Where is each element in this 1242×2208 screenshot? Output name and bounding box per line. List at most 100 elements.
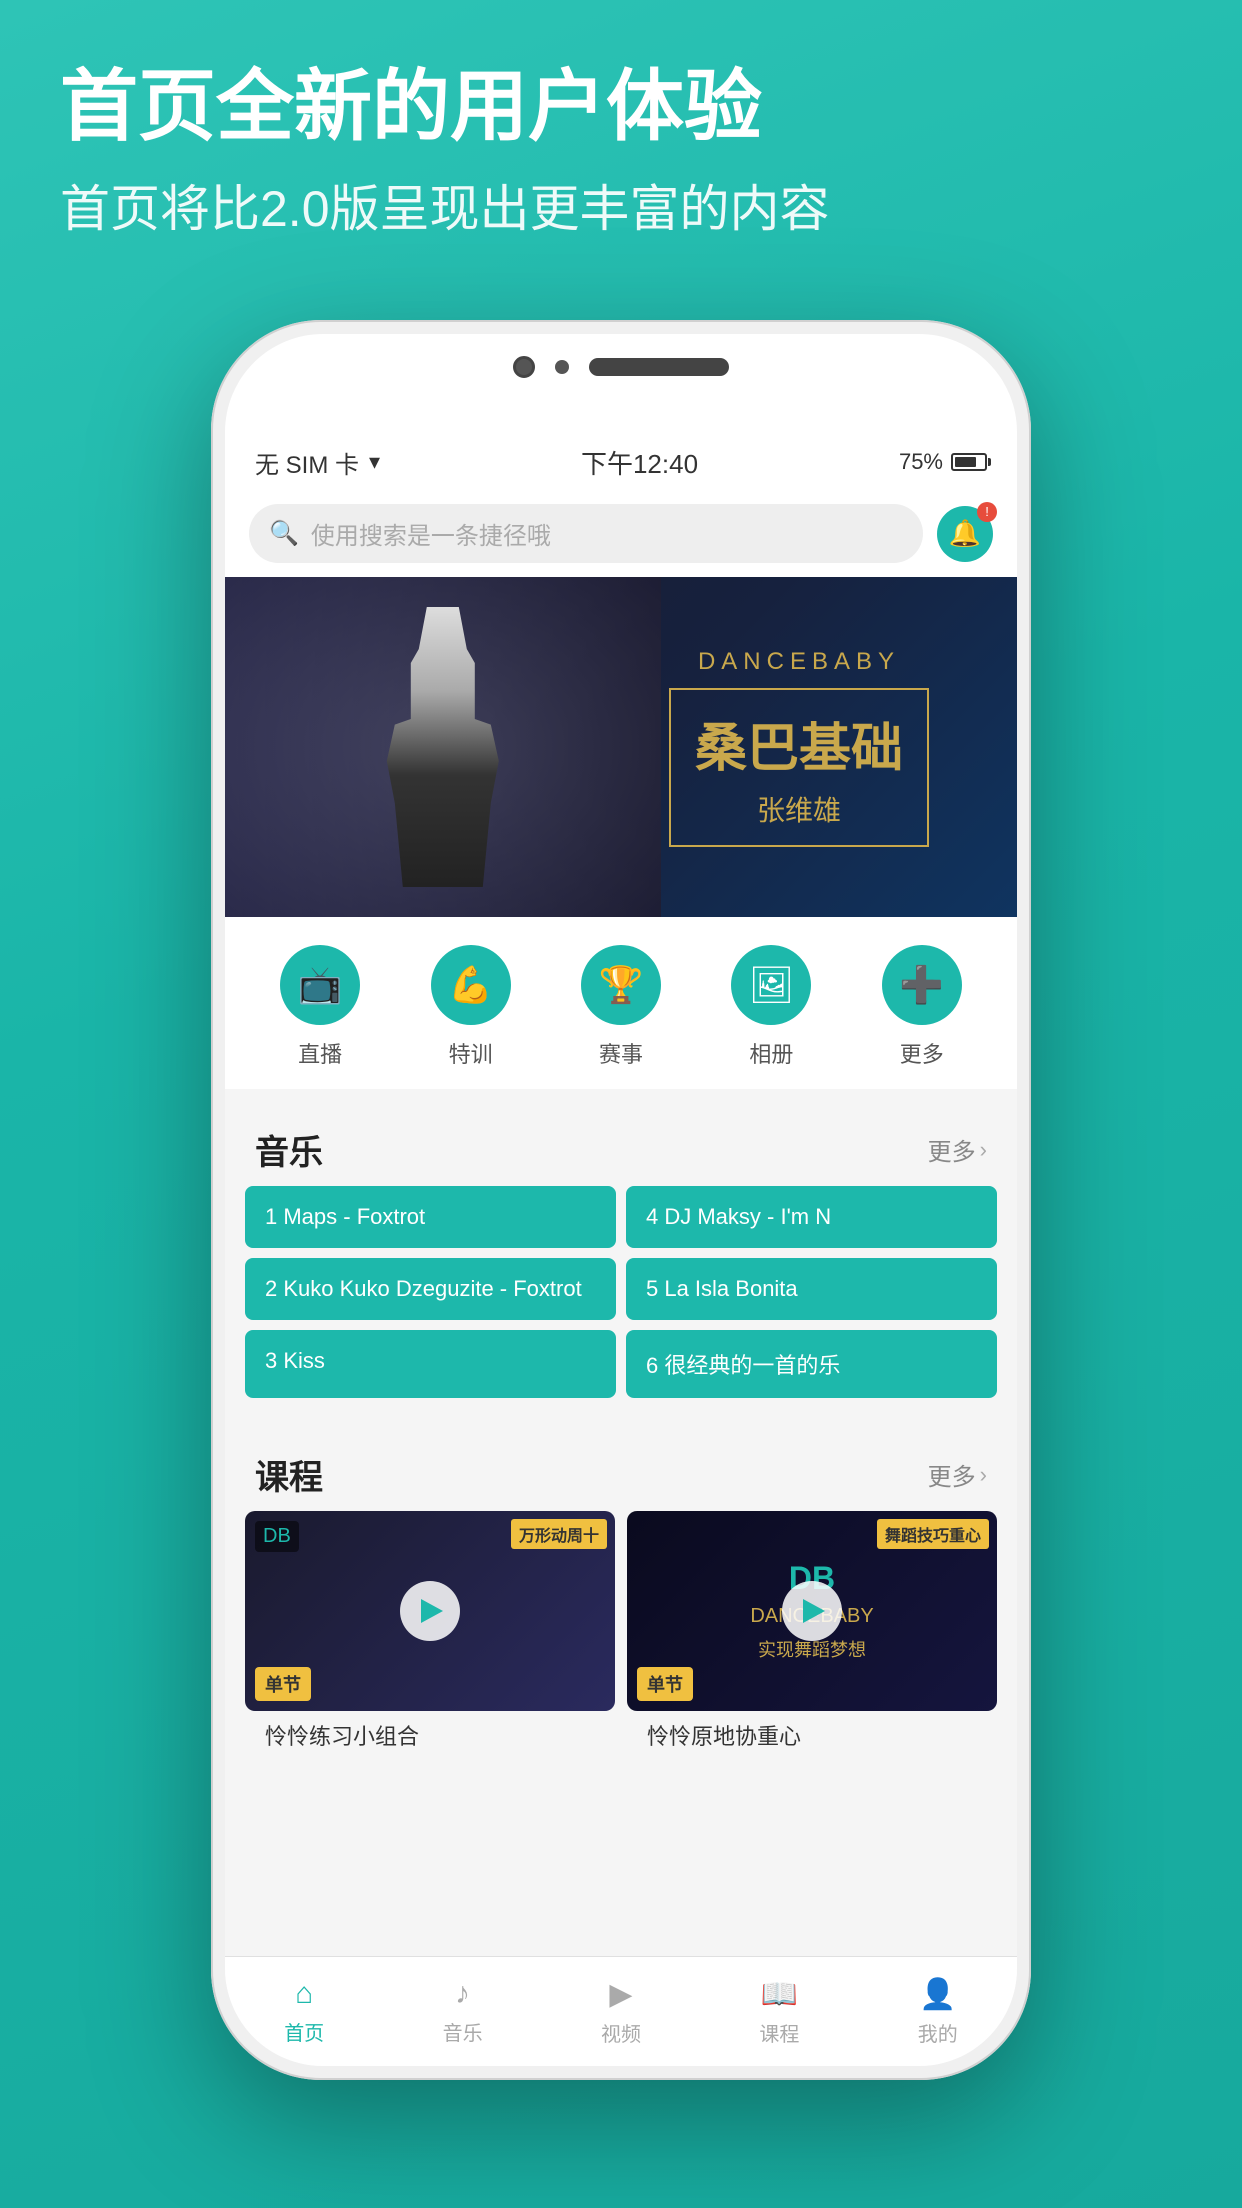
category-training[interactable]: 💪 特训 (431, 945, 511, 1069)
battery-percentage: 75% (899, 449, 943, 475)
search-bar-wrapper: 🔍 使用搜索是一条捷径哦 🔔 ! (225, 490, 1017, 577)
status-time: 下午12:40 (581, 444, 698, 481)
music-item-2[interactable]: 2 Kuko Kuko Dzeguzite - Foxtrot (245, 1258, 616, 1320)
category-album-icon: 🖼 (731, 945, 811, 1025)
course-2-topbar: 舞蹈技巧重心 (877, 1519, 989, 1549)
category-more-label: 更多 (900, 1037, 944, 1069)
nav-course[interactable]: 📖 课程 (759, 1977, 799, 2047)
banner-instructor: 张维雄 (695, 789, 903, 829)
hero-title: 首页全新的用户体验 (60, 60, 1182, 154)
course-section: 课程 更多 › (225, 1430, 1017, 1775)
banner-person-image (225, 577, 661, 917)
nav-course-label: 课程 (759, 2018, 799, 2047)
nav-home-label: 首页 (284, 2017, 324, 2046)
play-icon-2 (803, 1599, 825, 1623)
nav-home[interactable]: ⌂ 首页 (284, 1977, 324, 2046)
category-more[interactable]: ➕ 更多 (882, 945, 962, 1069)
music-section-title: 音乐 (255, 1125, 323, 1174)
search-input-container[interactable]: 🔍 使用搜索是一条捷径哦 (249, 504, 923, 563)
bottom-nav: ⌂ 首页 ♪ 音乐 ▶ 视频 📖 课程 (225, 1956, 1017, 2066)
course-more-label: 更多 (928, 1457, 976, 1492)
notification-button[interactable]: 🔔 ! (937, 506, 993, 562)
course-grid: 万形动周十 单节 DB 怜怜练习小组合 DB (225, 1511, 1017, 1775)
home-icon: ⌂ (295, 1977, 313, 2011)
course-card-1-inner: 万形动周十 单节 DB (245, 1511, 615, 1711)
hero-section: 首页全新的用户体验 首页将比2.0版呈现出更丰富的内容 (60, 60, 1182, 244)
phone-speaker (589, 358, 729, 376)
status-left: 无 SIM 卡 ▾ (255, 445, 380, 480)
phone-camera (513, 356, 729, 378)
category-competition-icon: 🏆 (581, 945, 661, 1025)
course-1-badge: 单节 (255, 1667, 311, 1701)
music-item-6[interactable]: 6 很经典的一首的乐 (626, 1330, 997, 1398)
course-section-title: 课程 (255, 1450, 323, 1499)
music-more-chevron: › (980, 1137, 987, 1163)
battery-icon (951, 453, 987, 471)
carrier-text: 无 SIM 卡 (255, 445, 359, 480)
battery-fill (955, 457, 976, 467)
camera-lens (513, 356, 535, 378)
nav-mine-label: 我的 (918, 2018, 958, 2047)
music-icon: ♪ (455, 1977, 470, 2011)
notification-badge: ! (977, 502, 997, 522)
phone-outer: 无 SIM 卡 ▾ 下午12:40 75% 🔍 使用搜索 (211, 320, 1031, 2080)
nav-music-label: 音乐 (443, 2017, 483, 2046)
music-item-4[interactable]: 4 DJ Maksy - I'm N (626, 1186, 997, 1248)
status-right: 75% (899, 449, 987, 475)
banner[interactable]: DANCEBABY 桑巴基础 张维雄 (225, 577, 1017, 917)
music-more-label: 更多 (928, 1132, 976, 1167)
banner-bordered-text: 桑巴基础 张维雄 (669, 688, 929, 847)
course-1-title: 怜怜练习小组合 (245, 1711, 615, 1755)
play-icon-1 (421, 1599, 443, 1623)
person-silhouette (363, 607, 523, 887)
nav-video[interactable]: ▶ 视频 (601, 1977, 641, 2047)
hero-subtitle: 首页将比2.0版呈现出更丰富的内容 (60, 174, 1182, 244)
music-item-5[interactable]: 5 La Isla Bonita (626, 1258, 997, 1320)
course-card-2-inner: DB DANCEBABY 实现舞蹈梦想 舞蹈技巧重心 单节 (627, 1511, 997, 1711)
nav-mine[interactable]: 👤 我的 (918, 1977, 958, 2047)
music-section: 音乐 更多 › 1 Maps - Foxtrot 4 DJ Maksy - I'… (225, 1105, 1017, 1414)
course-icon: 📖 (761, 1977, 798, 2012)
course-play-btn-2[interactable] (782, 1581, 842, 1641)
front-camera-dot (555, 360, 569, 374)
music-item-3[interactable]: 3 Kiss (245, 1330, 616, 1398)
course-1-topbar: 万形动周十 (511, 1519, 607, 1549)
phone-screen: 无 SIM 卡 ▾ 下午12:40 75% 🔍 使用搜索 (225, 334, 1017, 2066)
course-more-button[interactable]: 更多 › (928, 1457, 987, 1492)
phone-frame: 无 SIM 卡 ▾ 下午12:40 75% 🔍 使用搜索 (211, 320, 1031, 2080)
course-section-header: 课程 更多 › (225, 1430, 1017, 1511)
bell-icon: 🔔 (949, 518, 981, 549)
course-2-badge: 单节 (637, 1667, 693, 1701)
course-play-btn-1[interactable] (400, 1581, 460, 1641)
category-competition[interactable]: 🏆 赛事 (581, 945, 661, 1069)
category-album[interactable]: 🖼 相册 (731, 945, 811, 1069)
video-icon: ▶ (609, 1977, 632, 2012)
nav-video-label: 视频 (601, 2018, 641, 2047)
course-1-logo: DB (255, 1521, 299, 1552)
music-grid: 1 Maps - Foxtrot 4 DJ Maksy - I'm N 2 Ku… (225, 1186, 1017, 1414)
music-section-header: 音乐 更多 › (225, 1105, 1017, 1186)
search-placeholder: 使用搜索是一条捷径哦 (311, 516, 551, 551)
mine-icon: 👤 (919, 1977, 956, 2012)
wifi-icon: ▾ (369, 449, 380, 475)
course-card-2[interactable]: DB DANCEBABY 实现舞蹈梦想 舞蹈技巧重心 单节 (627, 1511, 997, 1755)
nav-music[interactable]: ♪ 音乐 (443, 1977, 483, 2046)
category-row: 📺 直播 💪 特训 🏆 赛事 🖼 相册 (225, 917, 1017, 1089)
banner-title: 桑巴基础 (695, 706, 903, 781)
category-training-icon: 💪 (431, 945, 511, 1025)
category-more-icon: ➕ (882, 945, 962, 1025)
category-training-label: 特训 (449, 1037, 493, 1069)
screen-content: 无 SIM 卡 ▾ 下午12:40 75% 🔍 使用搜索 (225, 434, 1017, 2066)
course-more-chevron: › (980, 1462, 987, 1488)
banner-content: DANCEBABY 桑巴基础 张维雄 (601, 577, 997, 917)
banner-brand: DANCEBABY (698, 648, 900, 676)
music-item-1[interactable]: 1 Maps - Foxtrot (245, 1186, 616, 1248)
status-bar: 无 SIM 卡 ▾ 下午12:40 75% (225, 434, 1017, 490)
music-more-button[interactable]: 更多 › (928, 1132, 987, 1167)
course-card-1[interactable]: 万形动周十 单节 DB 怜怜练习小组合 (245, 1511, 615, 1755)
category-competition-label: 赛事 (599, 1037, 643, 1069)
category-album-label: 相册 (749, 1037, 793, 1069)
category-live[interactable]: 📺 直播 (280, 945, 360, 1069)
category-live-icon: 📺 (280, 945, 360, 1025)
search-icon: 🔍 (269, 519, 299, 548)
